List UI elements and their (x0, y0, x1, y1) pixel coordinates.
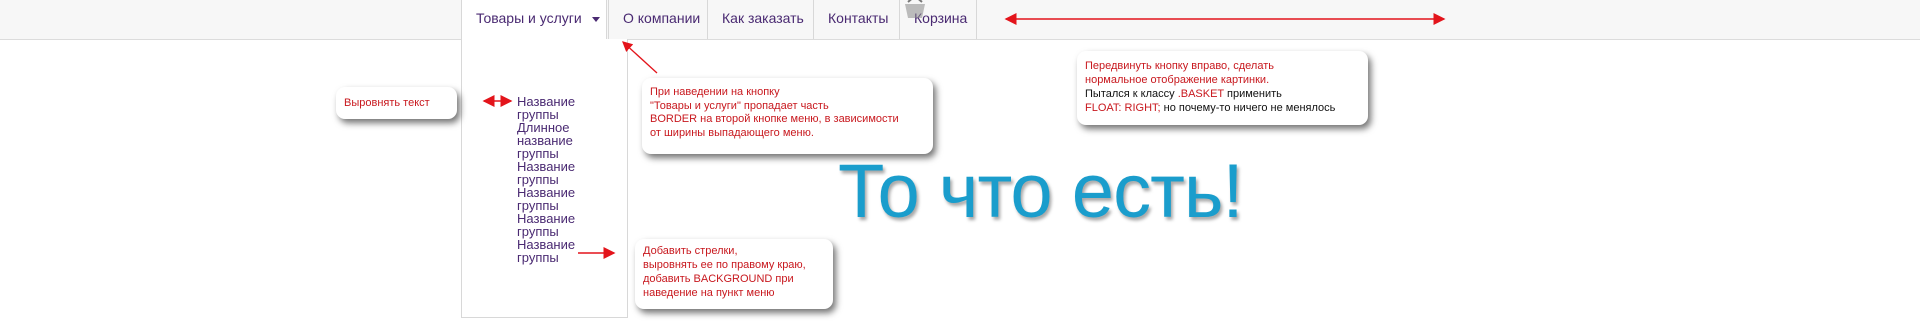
arrow-hover-border (622, 41, 658, 74)
annotation-arrows (482, 13, 1446, 259)
